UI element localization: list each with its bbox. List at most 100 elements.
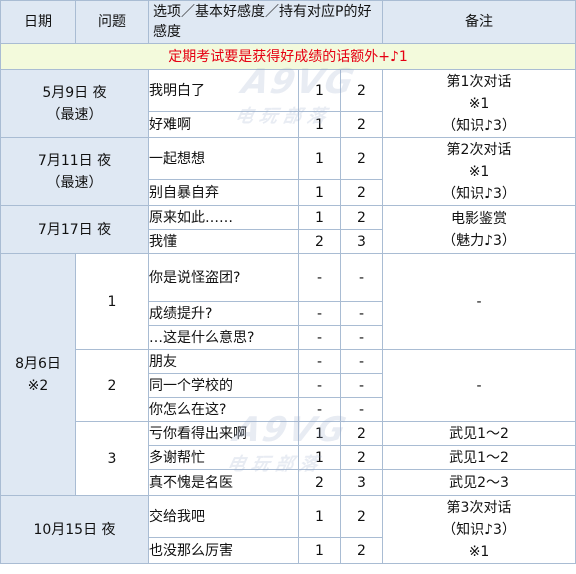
p-affinity: 2 <box>339 537 384 564</box>
option-text: 也没那么厉害 <box>148 537 299 564</box>
note-cell: 第2次对话 ※1 （知识♪3） <box>382 137 576 206</box>
note-cell: 武见1～2 <box>382 445 576 470</box>
confidant-guide-table: 日期 问题 选项／基本好感度／持有对应P的好感度 备注 定期考试要是获得好成绩的… <box>0 0 576 564</box>
base-affinity: - <box>298 373 341 398</box>
p-affinity: - <box>339 373 384 398</box>
p-affinity: 2 <box>339 205 384 230</box>
base-affinity: 2 <box>298 469 341 496</box>
table-row: 5月9日 夜 （最速） 我明白了 1 2 第1次对话 ※1 （知识♪3） <box>0 69 576 138</box>
note-cell: - <box>382 349 576 422</box>
exam-bonus-banner: 定期考试要是获得好成绩的话额外+♪1 <box>0 43 576 70</box>
note-line: 电影鉴赏 <box>451 210 508 227</box>
option-text: 好难啊 <box>148 111 299 138</box>
table-row: 7月17日 夜 原来如此…… 1 2 电影鉴赏 （魅力♪3） <box>0 205 576 254</box>
date-cell: 7月17日 夜 <box>0 205 149 254</box>
base-affinity: 1 <box>298 111 341 138</box>
table-row: 10月15日 夜 交给我吧 1 2 第3次对话 （知识♪3） ※1 <box>0 495 576 564</box>
base-affinity: 1 <box>298 495 341 538</box>
date-text: 8月6日 <box>15 355 61 372</box>
option-text: 亏你看得出来啊 <box>148 421 299 446</box>
note-cell: 电影鉴赏 （魅力♪3） <box>382 205 576 254</box>
option-text: …这是什么意思? <box>148 325 299 350</box>
table-row: 8月6日 ※2 1 你是说怪盗团? - - - <box>0 253 576 496</box>
p-affinity: - <box>339 325 384 350</box>
option-text: 多谢帮忙 <box>148 445 299 470</box>
question-number: 2 <box>75 349 149 422</box>
date-sub: （最速） <box>46 174 103 191</box>
date-text: 7月17日 夜 <box>37 221 112 238</box>
note-line: （知识♪3） <box>442 117 516 134</box>
p-affinity: - <box>339 301 384 326</box>
page: 日期 问题 选项／基本好感度／持有对应P的好感度 备注 定期考试要是获得好成绩的… <box>0 0 576 574</box>
date-sub: （最速） <box>46 106 103 123</box>
option-text: 你怎么在这? <box>148 397 299 422</box>
header-note: 备注 <box>382 0 576 44</box>
base-affinity: 1 <box>298 445 341 470</box>
date-cell: 7月11日 夜 （最速） <box>0 137 149 206</box>
option-text: 成绩提升? <box>148 301 299 326</box>
note-cell: 武见2～3 <box>382 469 576 496</box>
table-row: 3 亏你看得出来啊 1 2 武见1～2 <box>1 421 576 496</box>
p-affinity: 3 <box>339 469 384 496</box>
question-number: 3 <box>75 421 149 496</box>
base-affinity: 1 <box>298 69 341 112</box>
option-text: 我明白了 <box>148 69 299 112</box>
p-affinity: - <box>339 253 384 302</box>
option-text: 同一个学校的 <box>148 373 299 398</box>
date-text: 5月9日 夜 <box>42 84 107 101</box>
p-affinity: 2 <box>339 179 384 206</box>
base-affinity: 1 <box>298 421 341 446</box>
option-text: 交给我吧 <box>148 495 299 538</box>
base-affinity: - <box>298 349 341 374</box>
p-affinity: 2 <box>339 111 384 138</box>
p-affinity: 2 <box>339 495 384 538</box>
note-line: ※1 <box>468 543 490 560</box>
date-cell: 10月15日 夜 <box>0 495 149 564</box>
base-affinity: 2 <box>298 229 341 254</box>
note-line: ※1 <box>468 163 490 180</box>
base-affinity: 1 <box>298 537 341 564</box>
base-affinity: - <box>298 253 341 302</box>
p-affinity: 2 <box>339 69 384 112</box>
note-cell: 第1次对话 ※1 （知识♪3） <box>382 69 576 138</box>
p-affinity: 2 <box>339 445 384 470</box>
option-text: 原来如此…… <box>148 205 299 230</box>
p-affinity: - <box>339 349 384 374</box>
date-text: 7月11日 夜 <box>37 152 112 169</box>
header-row: 日期 问题 选项／基本好感度／持有对应P的好感度 备注 <box>0 0 576 44</box>
base-affinity: 1 <box>298 137 341 180</box>
note-line: ※1 <box>468 95 490 112</box>
table-row: 2 朋友 - - - <box>1 349 576 422</box>
note-line: 第1次对话 <box>446 73 512 90</box>
option-text: 真不愧是名医 <box>148 469 299 496</box>
base-affinity: 1 <box>298 179 341 206</box>
date-cell: 8月6日 ※2 <box>0 253 76 496</box>
option-text: 我懂 <box>148 229 299 254</box>
base-affinity: - <box>298 397 341 422</box>
note-line: 第3次对话 <box>446 499 512 516</box>
note-cell: - <box>382 253 576 350</box>
option-text: 别自暴自弃 <box>148 179 299 206</box>
note-line: 第2次对话 <box>446 141 512 158</box>
p-affinity: - <box>339 397 384 422</box>
base-affinity: - <box>298 325 341 350</box>
header-date: 日期 <box>0 0 76 44</box>
date-cell: 5月9日 夜 （最速） <box>0 69 149 138</box>
note-line: （知识♪3） <box>442 185 516 202</box>
banner-row: 定期考试要是获得好成绩的话额外+♪1 <box>0 43 576 70</box>
date-sub: ※2 <box>27 377 49 394</box>
note-cell: 武见1～2 <box>382 421 576 446</box>
p-affinity: 3 <box>339 229 384 254</box>
date-text: 10月15日 夜 <box>33 521 116 538</box>
header-option: 选项／基本好感度／持有对应P的好感度 <box>147 0 384 44</box>
table-row: 7月11日 夜 （最速） 一起想想 1 2 第2次对话 ※1 （知识♪3） <box>0 137 576 206</box>
header-question: 问题 <box>75 0 149 44</box>
note-cell: 第3次对话 （知识♪3） ※1 <box>382 495 576 564</box>
note-line: （魅力♪3） <box>442 232 516 249</box>
p-affinity: 2 <box>339 421 384 446</box>
base-affinity: 1 <box>298 205 341 230</box>
note-line: （知识♪3） <box>442 521 516 538</box>
question-number: 1 <box>75 253 149 350</box>
base-affinity: - <box>298 301 341 326</box>
option-text: 一起想想 <box>148 137 299 180</box>
